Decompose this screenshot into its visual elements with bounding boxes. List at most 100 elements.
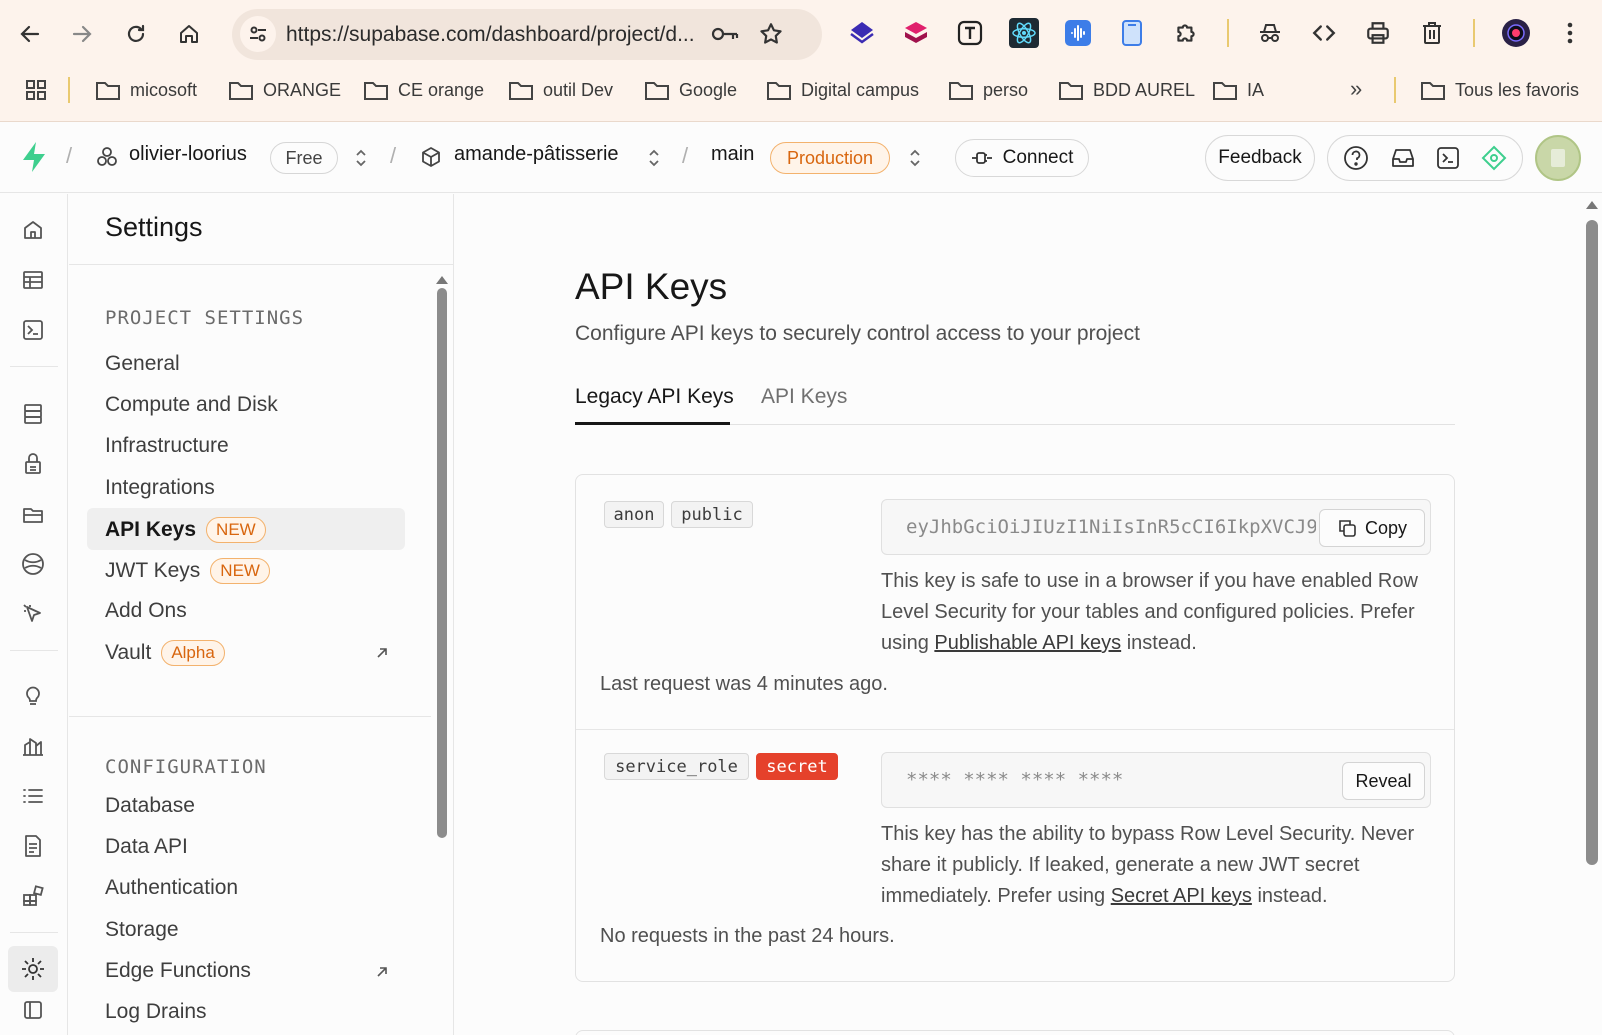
- folder-icon: [229, 82, 253, 100]
- page-scrollbar[interactable]: [1582, 194, 1602, 1035]
- sidebar-item-jwt-keys[interactable]: JWT Keys NEW: [105, 558, 270, 584]
- bookmark-folder[interactable]: micosoft: [95, 77, 197, 103]
- org-switcher-icon[interactable]: [354, 148, 368, 168]
- secret-keys-link[interactable]: Secret API keys: [1111, 885, 1252, 907]
- sidebar-item-integrations[interactable]: Integrations: [105, 476, 215, 500]
- sidebar-item-general[interactable]: General: [105, 352, 180, 376]
- reveal-button[interactable]: Reveal: [1342, 762, 1425, 800]
- copy-button[interactable]: Copy: [1319, 509, 1425, 547]
- terminal-icon[interactable]: [1436, 146, 1460, 170]
- rail-logs-icon[interactable]: [17, 780, 49, 812]
- folder-icon: [1213, 82, 1237, 100]
- sidebar-item-label: Integrations: [105, 475, 215, 499]
- site-info-button[interactable]: [240, 16, 276, 52]
- bookmarks-overflow[interactable]: »: [1350, 76, 1362, 102]
- publishable-keys-link[interactable]: Publishable API keys: [934, 632, 1121, 654]
- reload-button[interactable]: [118, 16, 154, 52]
- extension-react-icon[interactable]: [1008, 17, 1040, 49]
- back-arrow-icon: [20, 25, 40, 43]
- sidebar-item-storage[interactable]: Storage: [105, 918, 179, 942]
- external-link-icon: [374, 645, 390, 661]
- project-switcher-icon[interactable]: [647, 148, 661, 168]
- extension-phone-icon[interactable]: [1116, 17, 1148, 49]
- feedback-button[interactable]: Feedback: [1205, 135, 1315, 181]
- sidebar-item-label: Data API: [105, 835, 188, 859]
- extensions-puzzle-icon[interactable]: [1170, 17, 1202, 49]
- profile-avatar-icon[interactable]: [1500, 17, 1532, 49]
- connect-button[interactable]: Connect: [955, 139, 1089, 177]
- tab-api-keys[interactable]: API Keys: [761, 385, 847, 409]
- bookmark-folder[interactable]: ORANGE: [228, 77, 341, 103]
- extension-stack-icon[interactable]: [846, 17, 878, 49]
- ai-assistant-icon[interactable]: [1481, 145, 1507, 171]
- forward-button[interactable]: [64, 16, 100, 52]
- org-name[interactable]: olivier-loorius: [129, 143, 247, 166]
- branch-name[interactable]: main: [711, 143, 754, 166]
- print-icon[interactable]: [1362, 17, 1394, 49]
- inbox-icon[interactable]: [1390, 145, 1416, 171]
- bookmark-folder[interactable]: IA: [1212, 77, 1264, 103]
- rail-advisors-icon[interactable]: [17, 680, 49, 712]
- sidebar-scrollbar[interactable]: [435, 274, 449, 838]
- sidebar-section-divider: [69, 716, 431, 717]
- extension-t-icon[interactable]: [954, 17, 986, 49]
- trash-icon[interactable]: [1416, 17, 1448, 49]
- incognito-icon[interactable]: [1254, 17, 1286, 49]
- bookmark-folder[interactable]: perso: [948, 77, 1028, 103]
- anon-key-field[interactable]: eyJhbGciOiJIUzI1NiIsInR5cCI6IkpXVCJ9 Cop…: [881, 499, 1431, 555]
- sidebar-item-authentication[interactable]: Authentication: [105, 876, 238, 900]
- sidebar-item-database[interactable]: Database: [105, 794, 195, 818]
- rail-edge-functions-icon[interactable]: [17, 548, 49, 580]
- sidebar-item-add-ons[interactable]: Add Ons: [105, 599, 187, 623]
- bookmark-folder[interactable]: CE orange: [363, 77, 484, 103]
- extension-audio-icon[interactable]: [1062, 17, 1094, 49]
- rail-api-docs-icon[interactable]: [17, 830, 49, 862]
- sidebar-item-compute-and-disk[interactable]: Compute and Disk: [105, 393, 278, 417]
- key-icon[interactable]: [710, 23, 740, 45]
- rail-table-editor-icon[interactable]: [17, 264, 49, 296]
- rail-settings-active[interactable]: [8, 946, 58, 992]
- public-tag: public: [671, 501, 753, 528]
- bookmark-label: perso: [983, 79, 1029, 100]
- help-icon[interactable]: [1343, 145, 1369, 171]
- extension-layers-icon[interactable]: [900, 17, 932, 49]
- rail-storage-icon[interactable]: [17, 498, 49, 530]
- sidebar-item-log-drains[interactable]: Log Drains: [105, 1000, 207, 1024]
- sidebar-item-edge-functions[interactable]: Edge Functions: [105, 959, 251, 983]
- bookmark-folder[interactable]: Digital campus: [766, 77, 919, 103]
- sidebar-item-infrastructure[interactable]: Infrastructure: [105, 434, 229, 458]
- main-content: API Keys Configure API keys to securely …: [455, 194, 1585, 1035]
- bookmark-folder[interactable]: Google: [644, 77, 737, 103]
- tab-legacy-api-keys[interactable]: Legacy API Keys: [575, 385, 734, 409]
- rail-reports-icon[interactable]: [17, 730, 49, 762]
- devtools-code-icon[interactable]: [1308, 17, 1340, 49]
- home-button[interactable]: [171, 16, 207, 52]
- project-name[interactable]: amande-pâtisserie: [454, 143, 619, 166]
- rail-realtime-icon[interactable]: [17, 598, 49, 630]
- bookmark-folder[interactable]: BDD AUREL: [1058, 77, 1195, 103]
- user-avatar[interactable]: [1535, 135, 1581, 181]
- rail-collapse-icon[interactable]: [17, 994, 49, 1026]
- back-button[interactable]: [12, 16, 48, 52]
- sidebar-item-data-api[interactable]: Data API: [105, 835, 188, 859]
- bookmark-folder[interactable]: outil Dev: [508, 77, 613, 103]
- project-settings-heading: PROJECT SETTINGS: [105, 307, 305, 329]
- folder-icon: [767, 82, 791, 100]
- rail-integrations-icon[interactable]: [17, 880, 49, 912]
- rail-auth-icon[interactable]: [17, 448, 49, 480]
- rail-database-icon[interactable]: [17, 398, 49, 430]
- apps-grid-icon[interactable]: [24, 78, 48, 102]
- anon-desc-end: instead.: [1121, 632, 1197, 654]
- bookmark-star-icon[interactable]: [758, 21, 784, 47]
- rail-sql-editor-icon[interactable]: [17, 314, 49, 346]
- supabase-logo-icon[interactable]: [20, 141, 48, 173]
- sidebar-item-badge: Alpha: [161, 640, 225, 667]
- sidebar-item-api-keys[interactable]: API Keys NEW: [105, 516, 266, 543]
- all-bookmarks[interactable]: Tous les favoris: [1420, 77, 1579, 103]
- sidebar-item-vault[interactable]: Vault Alpha: [105, 640, 225, 667]
- rail-home-icon[interactable]: [17, 214, 49, 246]
- branch-switcher-icon[interactable]: [908, 148, 922, 168]
- service-role-key-field[interactable]: **** **** **** **** Reveal: [881, 752, 1431, 808]
- address-bar[interactable]: https://supabase.com/dashboard/project/d…: [232, 9, 822, 60]
- browser-menu-icon[interactable]: [1554, 17, 1586, 49]
